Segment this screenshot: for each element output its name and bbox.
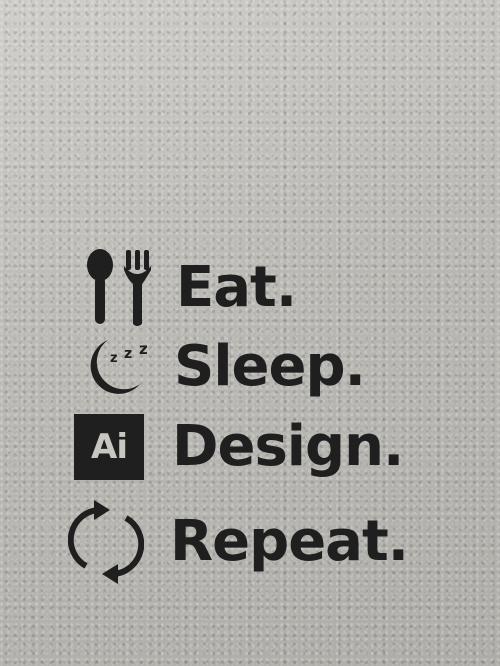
decal-row-design: Ai Design. xyxy=(74,414,404,480)
svg-text:z: z xyxy=(139,340,148,358)
moon-zzz-icon: z z z xyxy=(90,340,148,394)
svg-text:z: z xyxy=(110,351,118,366)
decal-word-design: Design. xyxy=(172,414,404,479)
decal-row-sleep: z z z Sleep. xyxy=(78,334,366,400)
decal-word-sleep: Sleep. xyxy=(174,334,366,399)
refresh-arrows-icon xyxy=(68,500,144,584)
wall-decal: Eat. z z z Sleep. Ai Design. Repeat. xyxy=(0,0,500,666)
decal-row-repeat: Repeat. xyxy=(68,500,409,584)
spoon-fork-icon xyxy=(87,249,151,326)
decal-word-eat: Eat. xyxy=(176,255,297,320)
decal-word-repeat: Repeat. xyxy=(170,509,409,574)
illustrator-ai-icon: Ai xyxy=(74,414,144,480)
decal-row-eat: Eat. xyxy=(84,248,297,328)
svg-text:z: z xyxy=(124,346,132,362)
ai-icon-label: Ai xyxy=(91,427,128,467)
